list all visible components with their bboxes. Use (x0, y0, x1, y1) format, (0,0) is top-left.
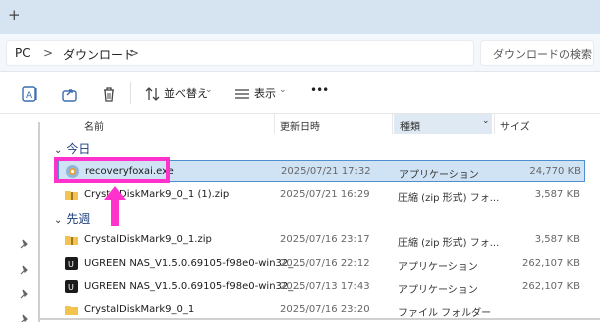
ugreen-app-icon: U (64, 256, 79, 271)
column-header-name[interactable]: 名前 (84, 118, 104, 138)
group-header-today[interactable]: ⌄ 今日 (54, 140, 90, 157)
more-options-button[interactable]: ••• (310, 83, 329, 97)
file-size: 24,770 KB (529, 166, 581, 177)
pin-icon[interactable] (20, 234, 30, 249)
file-name: UGREEN NAS_V1.5.0.69105-f98e0-win32_... (84, 281, 303, 292)
chevron-down-icon[interactable]: ⌄ (54, 215, 62, 226)
ugreen-app-icon: U (64, 279, 79, 294)
file-date: 2025/07/16 23:17 (280, 234, 370, 245)
chevron-down-icon[interactable]: ⌄ (54, 145, 62, 156)
file-size: 262,107 KB (522, 281, 580, 292)
file-date: 2025/07/21 16:29 (280, 189, 370, 200)
view-icon[interactable] (232, 84, 252, 104)
column-header-type[interactable]: 種類 (400, 118, 420, 138)
file-name: UGREEN NAS_V1.5.0.69105-f98e0-win32_... (84, 258, 303, 269)
sort-direction-icon[interactable]: ⌄ (482, 116, 490, 136)
table-row[interactable]: U UGREEN NAS_V1.5.0.69105-f98e0-win32_..… (58, 253, 585, 275)
file-size: 262,107 KB (522, 258, 580, 269)
breadcrumb-pc[interactable]: PC (15, 46, 31, 60)
file-type: 圧縮 (zip 形式) フォ... (398, 193, 500, 204)
rename-icon[interactable]: A (20, 84, 40, 104)
file-name: CrystalDiskMark9_0_1 (84, 304, 195, 315)
zip-folder-icon (64, 187, 79, 202)
title-bar: + (0, 0, 600, 34)
group-header-last-week[interactable]: ⌄ 先週 (54, 210, 90, 227)
group-label: 先週 (66, 212, 91, 226)
file-size: 3,587 KB (534, 189, 580, 200)
table-row[interactable]: CrystalDiskMark9_0_1 (1).zip 2025/07/21 … (58, 184, 585, 206)
file-date: 2025/07/16 23:20 (280, 304, 370, 315)
command-bar: A 並べ替え ⌄ 表示 ⌄ ••• (0, 72, 600, 114)
file-type: アプリケーション (399, 170, 479, 181)
address-bar: PC > ダウンロード > ダウンロードの検索 (0, 34, 600, 72)
column-header-date[interactable]: 更新日時 (280, 118, 320, 138)
chevron-down-icon[interactable]: ⌄ (205, 85, 213, 95)
arrow-icon (100, 184, 130, 228)
table-row[interactable]: U UGREEN NAS_V1.5.0.69105-f98e0-win32_..… (58, 276, 585, 298)
breadcrumb[interactable]: PC > ダウンロード > (6, 40, 474, 66)
file-type: ファイル フォルダー (398, 308, 492, 319)
file-type: 圧縮 (zip 形式) フォ... (398, 238, 500, 249)
breadcrumb-separator[interactable]: > (129, 46, 139, 60)
view-button[interactable]: 表示 (254, 85, 276, 101)
navigation-pane (0, 114, 44, 322)
share-icon[interactable] (60, 84, 80, 104)
breadcrumb-separator[interactable]: > (43, 46, 53, 60)
column-divider[interactable] (274, 114, 275, 134)
file-name: CrystalDiskMark9_0_1.zip (84, 234, 212, 245)
svg-text:A: A (26, 91, 33, 101)
file-type: アプリケーション (398, 285, 478, 296)
column-divider[interactable] (494, 114, 495, 134)
search-input[interactable]: ダウンロードの検索 (480, 40, 594, 66)
breadcrumb-downloads[interactable]: ダウンロード (63, 46, 135, 63)
file-date: 2025/07/21 17:32 (281, 166, 371, 177)
sort-button[interactable]: 並べ替え (164, 85, 208, 101)
pin-icon[interactable] (20, 284, 30, 299)
chevron-down-icon[interactable]: ⌄ (279, 85, 287, 95)
group-label: 今日 (66, 142, 91, 156)
zip-folder-icon (64, 232, 79, 247)
horizontal-scrollbar[interactable] (40, 318, 600, 320)
new-tab-button[interactable]: + (8, 8, 21, 23)
pin-icon[interactable] (20, 309, 30, 322)
scrollbar[interactable] (38, 122, 40, 322)
svg-text:U: U (68, 283, 74, 292)
svg-text:U: U (68, 260, 74, 269)
table-row[interactable]: CrystalDiskMark9_0_1.zip 2025/07/16 23:1… (58, 229, 585, 251)
search-placeholder: ダウンロードの検索 (493, 48, 592, 61)
highlight-box (54, 157, 170, 183)
file-size: 3,587 KB (534, 234, 580, 245)
sort-icon[interactable] (143, 84, 163, 104)
folder-icon (64, 302, 79, 317)
toolbar-divider (130, 82, 131, 104)
delete-icon[interactable] (99, 84, 119, 104)
file-date: 2025/07/16 22:12 (280, 258, 370, 269)
pin-icon[interactable] (20, 260, 30, 275)
file-date: 2025/07/13 17:43 (280, 281, 370, 292)
file-type: アプリケーション (398, 262, 478, 273)
column-divider[interactable] (392, 114, 393, 134)
column-header-size[interactable]: サイズ (500, 118, 530, 138)
